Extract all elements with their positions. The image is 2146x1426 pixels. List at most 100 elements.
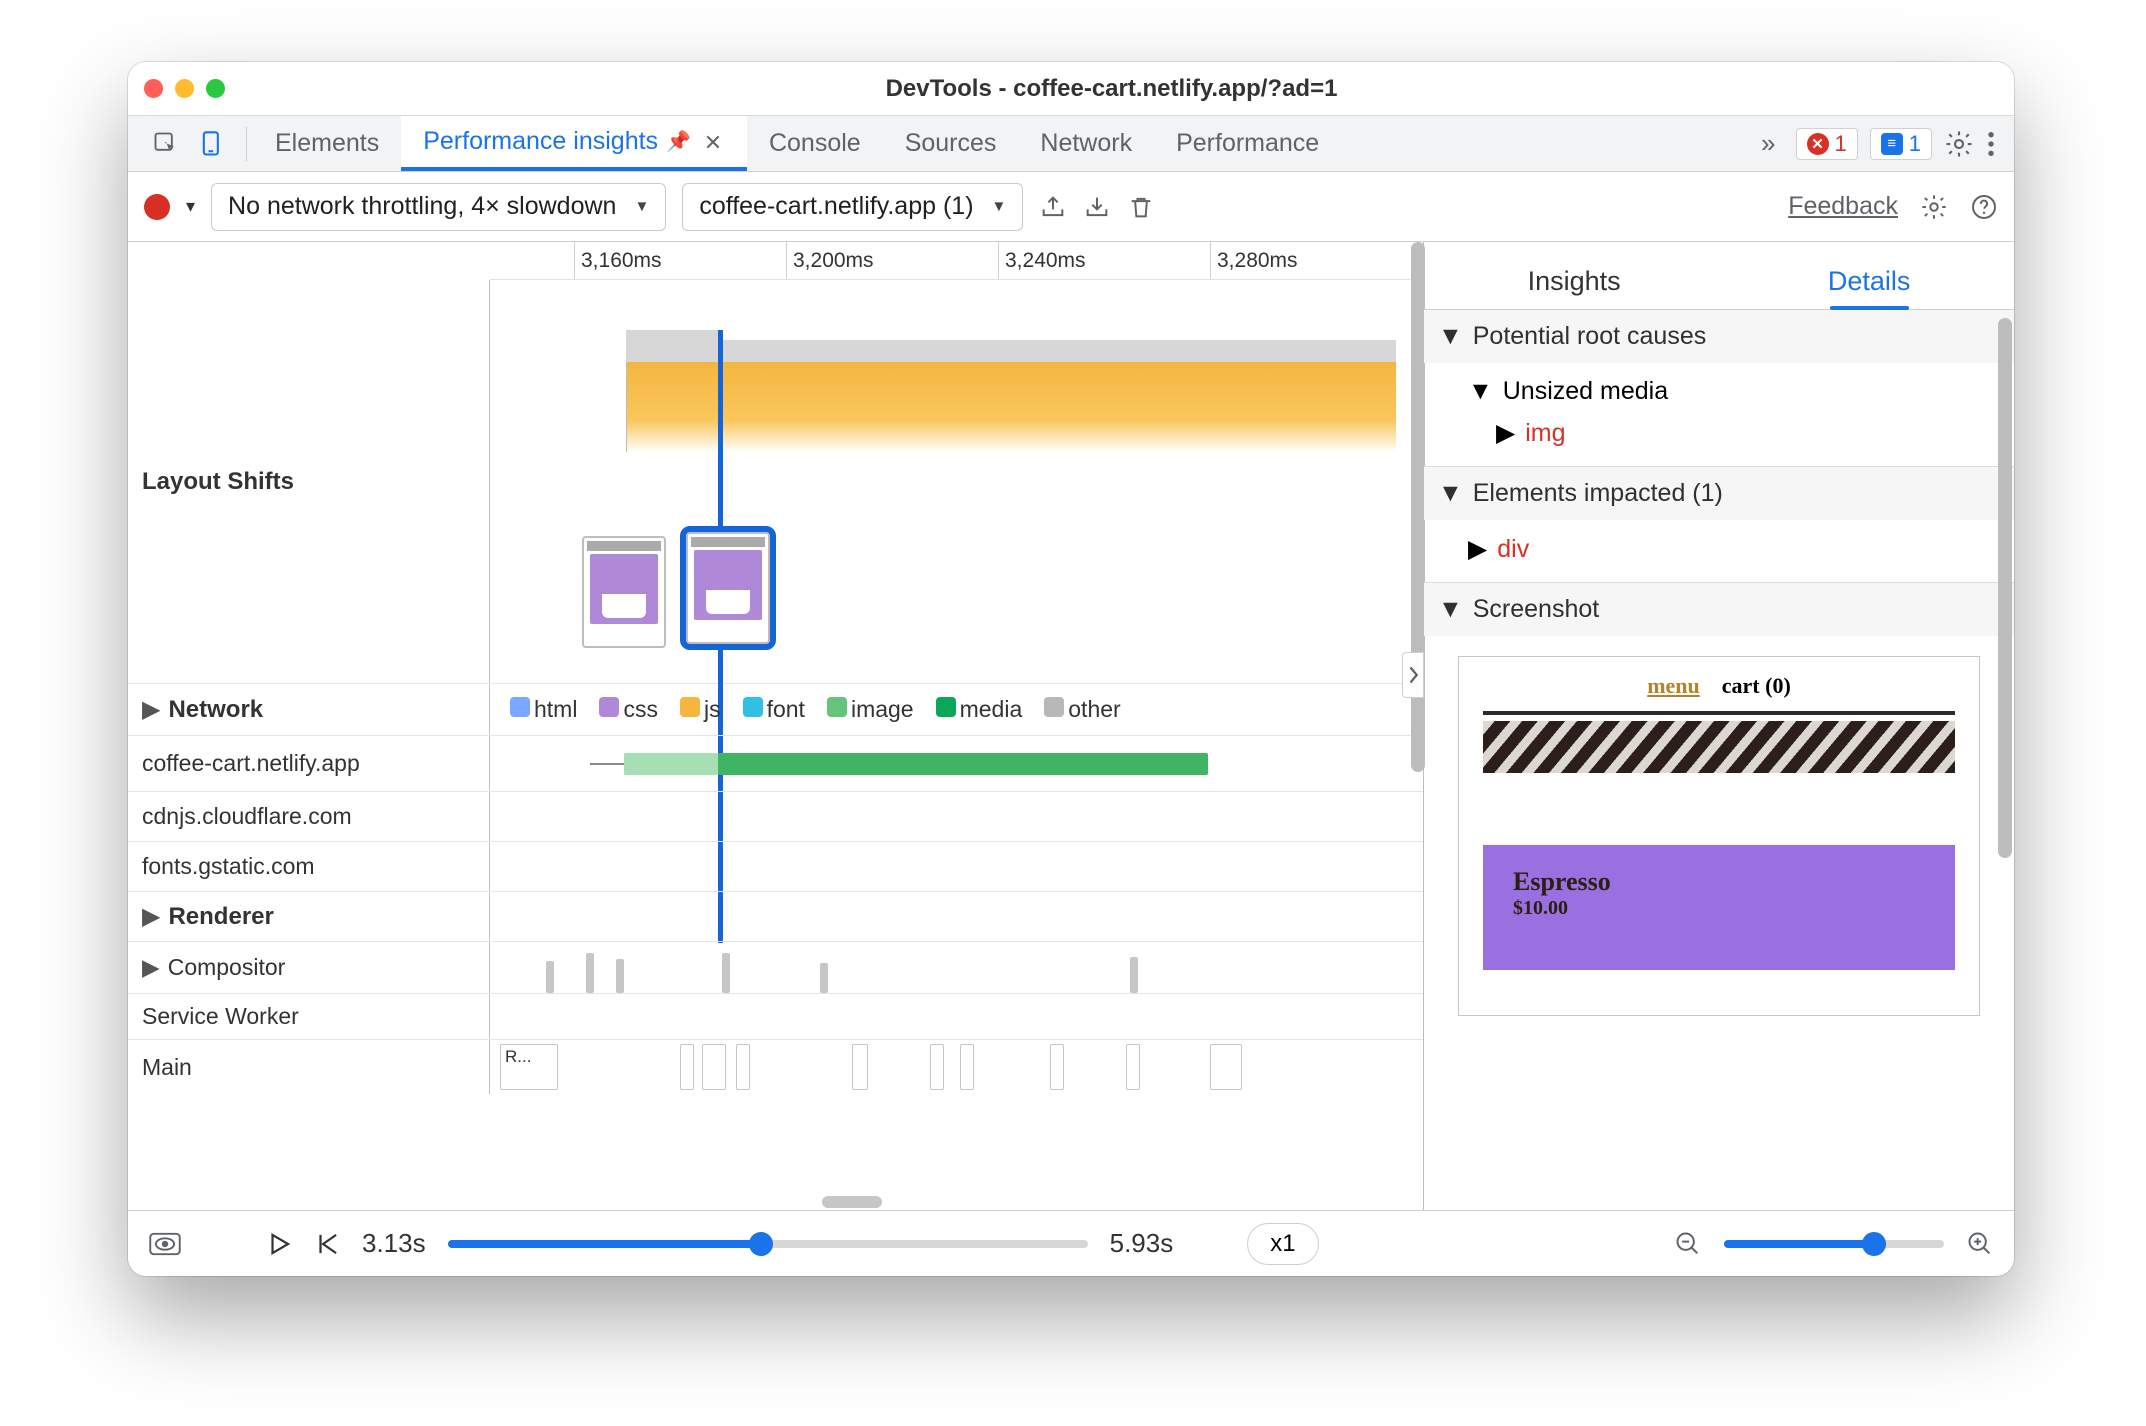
swatch-other [1044, 697, 1064, 717]
tab-label: Console [769, 129, 861, 158]
record-menu-caret-icon[interactable]: ▾ [186, 196, 195, 217]
rail-layout-shifts[interactable]: Layout Shifts [128, 280, 490, 683]
rail-service-worker[interactable]: Service Worker [128, 994, 490, 1039]
zoom-in-icon[interactable] [1966, 1230, 1994, 1258]
zoom-knob[interactable] [1862, 1232, 1886, 1256]
section-header[interactable]: ▼ Screenshot [1424, 583, 2014, 636]
row-renderer-header: ▶Renderer [128, 892, 1423, 942]
task-spike [1130, 957, 1138, 993]
layout-shift-thumb-selected[interactable] [686, 532, 770, 644]
tree-node-unsized-media[interactable]: ▼ Unsized media [1468, 371, 2000, 412]
feedback-link[interactable]: Feedback [1788, 192, 1898, 221]
tab-elements[interactable]: Elements [253, 116, 401, 171]
main-task-block[interactable] [736, 1044, 750, 1090]
main-task-block[interactable] [960, 1044, 974, 1090]
section-header[interactable]: ▼ Elements impacted (1) [1424, 467, 2014, 520]
main-task-block[interactable] [930, 1044, 944, 1090]
inspect-element-icon[interactable] [152, 130, 180, 158]
tab-performance-insights[interactable]: Performance insights 📌 [401, 116, 747, 171]
more-tabs-icon[interactable]: » [1753, 128, 1783, 159]
tab-network[interactable]: Network [1018, 116, 1154, 171]
main-task-block[interactable] [1210, 1044, 1242, 1090]
timeline-pane[interactable]: 3,160ms 3,200ms 3,240ms 3,280ms Layout S… [128, 242, 1424, 1210]
host-label[interactable]: coffee-cart.netlify.app [128, 736, 490, 791]
pin-icon: 📌 [666, 129, 691, 154]
timeline-scrollbar[interactable] [1411, 242, 1425, 1210]
zoom-out-icon[interactable] [1674, 1230, 1702, 1258]
collapse-sidepanel-icon[interactable] [1402, 652, 1424, 698]
tab-sources[interactable]: Sources [883, 116, 1019, 171]
rail-main[interactable]: Main [128, 1040, 490, 1094]
kebab-menu-icon[interactable] [1986, 130, 1996, 158]
panel-settings-gear-icon[interactable] [1920, 193, 1948, 221]
chevron-right-icon: ▶ [1468, 534, 1487, 564]
chevron-right-icon: ▶ [1496, 418, 1515, 448]
insights-toolbar: ▾ No network throttling, 4× slowdown ▼ c… [128, 172, 2014, 242]
task-spike [820, 963, 828, 993]
main-task-block[interactable] [680, 1044, 694, 1090]
rail-network[interactable]: ▶Network [128, 684, 490, 735]
maximize-window-button[interactable] [206, 79, 225, 98]
net-image-waiting[interactable] [624, 753, 718, 775]
time-ruler[interactable]: 3,160ms 3,200ms 3,240ms 3,280ms [490, 242, 1423, 280]
horizontal-scrollbar[interactable] [822, 1196, 882, 1208]
network-legend: html css js font image media other [510, 696, 1121, 723]
help-icon[interactable] [1970, 193, 1998, 221]
rail-compositor[interactable]: ▶Compositor [128, 942, 490, 993]
host-label[interactable]: fonts.gstatic.com [128, 842, 490, 891]
throttling-select[interactable]: No network throttling, 4× slowdown ▼ [211, 183, 666, 231]
timeline-body[interactable]: Layout Shifts [128, 280, 1423, 1210]
devtools-tabstrip: Elements Performance insights 📌 Console … [128, 116, 2014, 172]
element-tag: div [1497, 535, 1529, 564]
record-button[interactable] [144, 194, 170, 220]
close-tab-icon[interactable] [701, 130, 725, 154]
tree-node-img[interactable]: ▶ img [1468, 412, 2000, 454]
task-spike [722, 953, 730, 993]
main-task-block[interactable] [852, 1044, 868, 1090]
tab-label: Performance [1176, 129, 1319, 158]
tab-insights[interactable]: Insights [1520, 254, 1629, 309]
import-icon[interactable] [1083, 193, 1111, 221]
message-icon: ≡ [1881, 133, 1903, 155]
net-image-download[interactable] [718, 753, 1208, 775]
workspace: 3,160ms 3,200ms 3,240ms 3,280ms Layout S… [128, 242, 2014, 1210]
time-tick: 3,200ms [786, 242, 874, 279]
playback-slider[interactable] [448, 1240, 1088, 1248]
delete-icon[interactable] [1127, 193, 1155, 221]
message-count-pill[interactable]: ≡ 1 [1870, 128, 1932, 160]
main-task-block[interactable] [702, 1044, 726, 1090]
tab-performance[interactable]: Performance [1154, 116, 1341, 171]
swatch-html [510, 697, 530, 717]
zoom-slider[interactable] [1724, 1240, 1944, 1248]
error-count-pill[interactable]: ✕ 1 [1796, 128, 1858, 160]
task-spike [586, 953, 594, 993]
main-task-block[interactable]: R... [500, 1044, 558, 1090]
message-count: 1 [1909, 131, 1921, 157]
section-header[interactable]: ▼ Potential root causes [1424, 310, 2014, 363]
host-label[interactable]: cdnjs.cloudflare.com [128, 792, 490, 841]
tab-console[interactable]: Console [747, 116, 883, 171]
seek-start-icon[interactable] [314, 1231, 340, 1257]
task-spike [616, 959, 624, 993]
device-toolbar-icon[interactable] [198, 130, 226, 158]
export-icon[interactable] [1039, 193, 1067, 221]
row-network-header: ▶Network html css js font image media ot… [128, 684, 1423, 736]
rail-renderer[interactable]: ▶Renderer [128, 892, 490, 941]
playback-knob[interactable] [749, 1232, 773, 1256]
play-icon[interactable] [266, 1231, 292, 1257]
close-window-button[interactable] [144, 79, 163, 98]
tab-details[interactable]: Details [1820, 254, 1919, 309]
playback-speed[interactable]: x1 [1247, 1223, 1318, 1265]
toggle-preview-icon[interactable] [148, 1231, 182, 1257]
layout-shift-thumb[interactable] [582, 536, 666, 648]
time-tick: 3,280ms [1210, 242, 1298, 279]
settings-gear-icon[interactable] [1944, 129, 1974, 159]
traffic-lights [144, 79, 225, 98]
minimize-window-button[interactable] [175, 79, 194, 98]
details-scrollbar[interactable] [1998, 242, 2012, 1210]
tree-node-div[interactable]: ▶ div [1468, 528, 2000, 570]
main-task-block[interactable] [1050, 1044, 1064, 1090]
main-task-block[interactable] [1126, 1044, 1140, 1090]
target-select[interactable]: coffee-cart.netlify.app (1) ▼ [682, 183, 1023, 231]
gray-block [722, 340, 1396, 362]
